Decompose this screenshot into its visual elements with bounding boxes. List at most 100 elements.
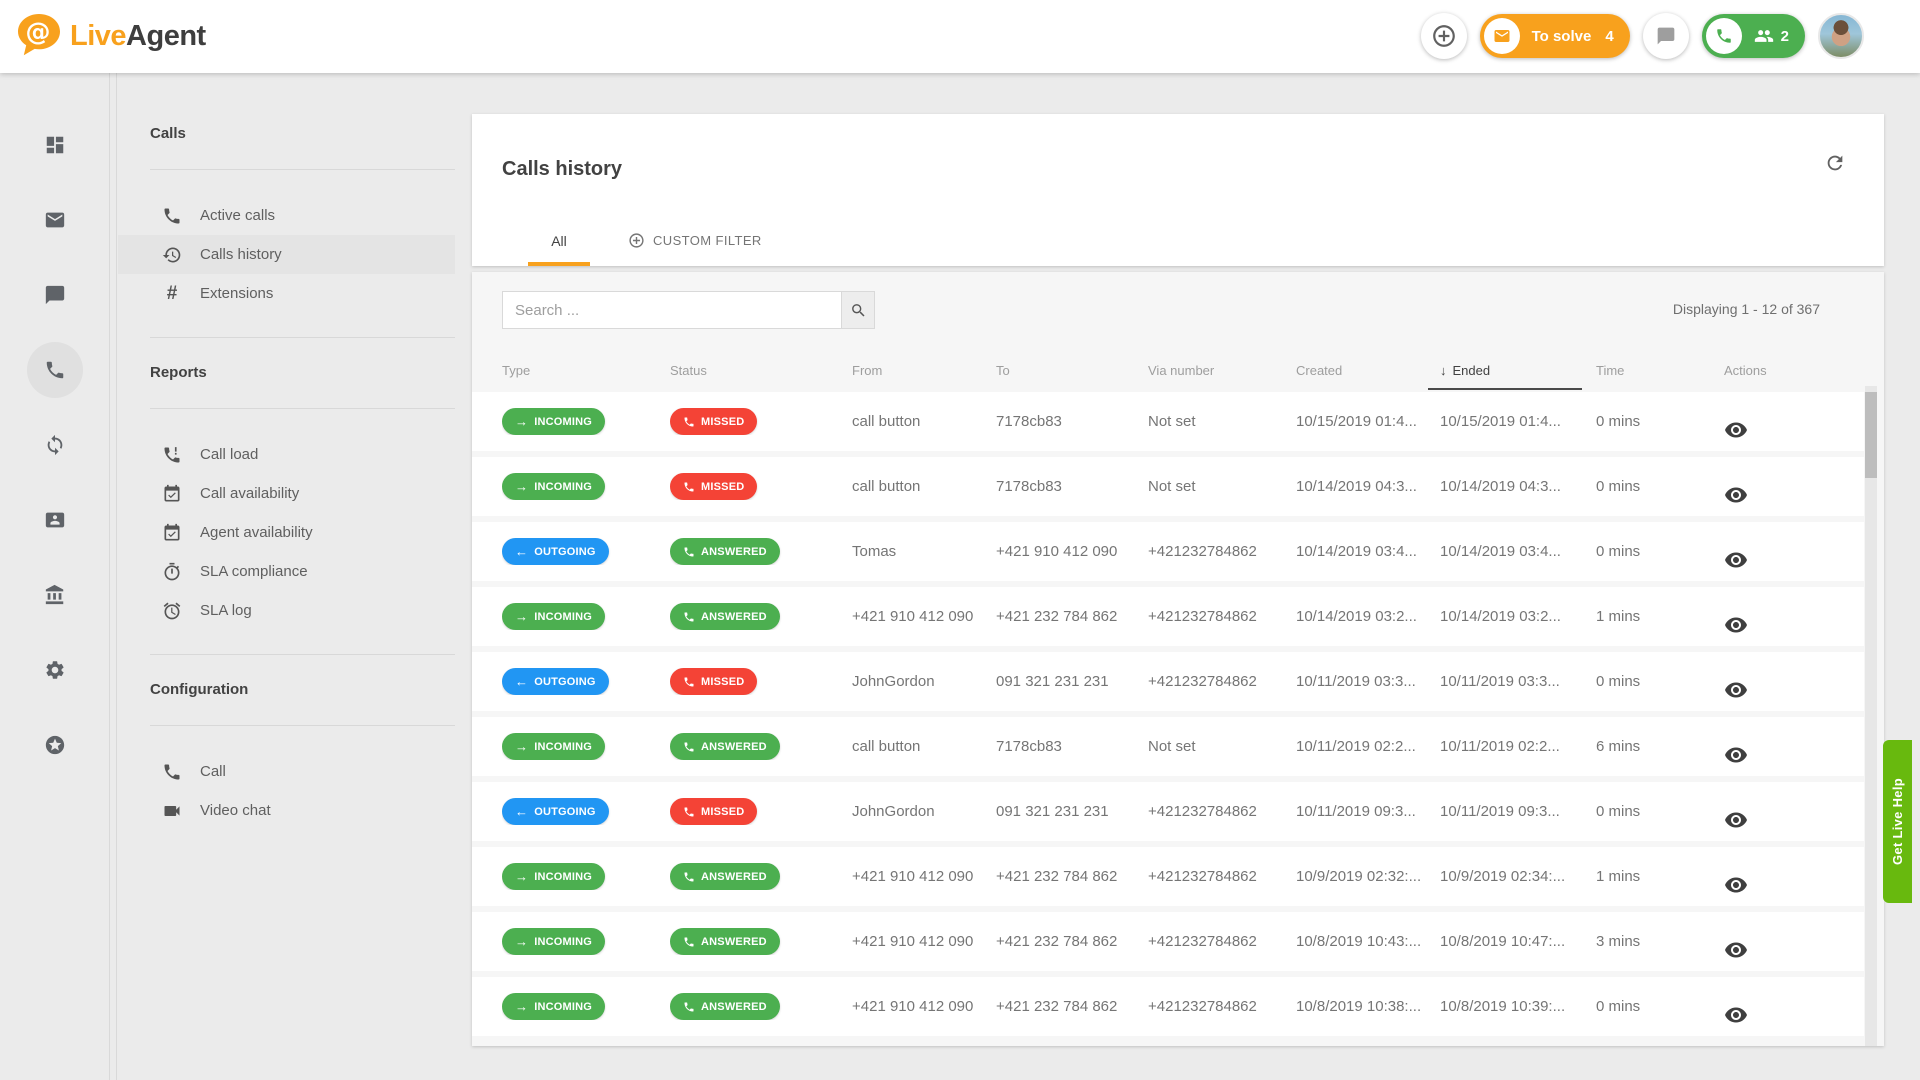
rail-item-sync[interactable] [27, 417, 83, 473]
arrow-right-icon: → [515, 999, 528, 1014]
search-input[interactable] [502, 291, 842, 329]
sidebar-item-calls-history[interactable]: Calls history [118, 235, 455, 274]
hash-icon: # [167, 284, 178, 304]
rail-item-bank[interactable] [27, 567, 83, 623]
tab-custom-filter[interactable]: CUSTOM FILTER [628, 232, 762, 266]
table-scrollbar[interactable] [1865, 386, 1877, 1046]
status-badge: MISSED [670, 473, 757, 500]
tab-all[interactable]: All [528, 233, 590, 266]
search-icon [850, 302, 867, 319]
phone-icon [683, 481, 695, 493]
view-call-button[interactable] [1724, 808, 1864, 832]
chats-button[interactable] [1643, 13, 1689, 59]
created-cell: 10/8/2019 10:43:... [1296, 933, 1440, 950]
get-live-help-tab[interactable]: Get Live Help [1883, 740, 1912, 903]
ended-cell: 10/8/2019 10:47:... [1440, 933, 1596, 950]
created-cell: 10/11/2019 09:3... [1296, 803, 1440, 820]
eye-icon [1724, 483, 1748, 507]
rail-item-dashboard[interactable] [27, 117, 83, 173]
rail-item-phone[interactable] [27, 342, 83, 398]
stopwatch-icon [162, 562, 182, 582]
view-call-button[interactable] [1724, 1003, 1864, 1027]
view-call-button[interactable] [1724, 678, 1864, 702]
ended-cell: 10/11/2019 03:3... [1440, 673, 1596, 690]
column-header-time[interactable]: Time [1596, 354, 1724, 386]
from-cell: +421 910 412 090 [852, 933, 996, 950]
liveagent-logo[interactable]: @ LiveAgent [14, 11, 206, 61]
time-cell: 1 mins [1596, 868, 1724, 885]
add-button[interactable] [1421, 13, 1467, 59]
time-cell: 0 mins [1596, 998, 1724, 1015]
rail-item-chat[interactable] [27, 267, 83, 323]
view-call-button[interactable] [1724, 613, 1864, 637]
column-header-to[interactable]: To [996, 354, 1148, 386]
chat-icon [1656, 26, 1676, 46]
arrow-right-icon: → [515, 609, 528, 624]
people-icon [1754, 26, 1774, 46]
view-call-button[interactable] [1724, 418, 1864, 442]
bank-icon [44, 584, 66, 606]
via-number-cell: Not set [1148, 738, 1296, 755]
call-row: →INCOMINGANSWERED+421 910 412 090+421 23… [472, 847, 1864, 906]
column-header-created[interactable]: Created [1296, 354, 1440, 386]
user-avatar[interactable] [1818, 13, 1864, 59]
rail-item-star[interactable] [27, 717, 83, 773]
column-header-status[interactable]: Status [670, 354, 852, 386]
phone-icon [683, 741, 695, 753]
ended-cell: 10/14/2019 03:4... [1440, 543, 1596, 560]
sidebar-item-sla-log[interactable]: SLA log [118, 591, 455, 630]
column-header-type[interactable]: Type [502, 354, 670, 386]
calls-history-header-card: Calls history All CUSTOM FILTER [472, 114, 1884, 266]
time-cell: 0 mins [1596, 478, 1724, 495]
phone-icon [44, 359, 66, 381]
column-header-via-number[interactable]: Via number [1148, 354, 1296, 386]
sidebar-item-video-chat[interactable]: Video chat [118, 791, 455, 830]
column-header-ended[interactable]: ↓Ended [1440, 354, 1596, 386]
sidebar-heading-configuration: Configuration [150, 681, 455, 703]
time-cell: 0 mins [1596, 543, 1724, 560]
to-solve-button[interactable]: To solve 4 [1480, 14, 1630, 58]
page-title: Calls history [502, 158, 622, 181]
time-cell: 0 mins [1596, 413, 1724, 430]
type-badge: →INCOMING [502, 603, 605, 630]
view-call-button[interactable] [1724, 548, 1864, 572]
sidebar-item-sla-compliance[interactable]: SLA compliance [118, 552, 455, 591]
table-header-row: TypeStatusFromToVia numberCreated↓EndedT… [472, 354, 1864, 386]
rail-item-mail[interactable] [27, 192, 83, 248]
created-cell: 10/8/2019 10:38:... [1296, 998, 1440, 1015]
sidebar-item-agent-availability[interactable]: Agent availability [118, 513, 455, 552]
scrollbar-thumb[interactable] [1865, 392, 1877, 478]
search-button[interactable] [842, 291, 875, 329]
call-row: →INCOMINGMISSEDcall button7178cb83Not se… [472, 392, 1864, 451]
chat-bubble-icon [1656, 26, 1676, 46]
phone-icon [683, 416, 695, 428]
sidebar-item-call[interactable]: Call [118, 752, 455, 791]
created-cell: 10/14/2019 03:2... [1296, 608, 1440, 625]
status-badge: ANSWERED [670, 733, 780, 760]
call-row: ←OUTGOINGMISSEDJohnGordon091 321 231 231… [472, 782, 1864, 841]
column-header-actions[interactable]: Actions [1724, 354, 1864, 386]
phone-icon [1706, 18, 1742, 54]
created-cell: 10/14/2019 04:3... [1296, 478, 1440, 495]
refresh-button[interactable] [1824, 152, 1846, 174]
sidebar-item-call-load[interactable]: Call load [118, 435, 455, 474]
rail-item-settings[interactable] [27, 642, 83, 698]
view-call-button[interactable] [1724, 938, 1864, 962]
view-call-button[interactable] [1724, 743, 1864, 767]
sidebar-item-call-availability[interactable]: Call availability [118, 474, 455, 513]
sidebar-heading-reports: Reports [150, 364, 455, 386]
column-header-from[interactable]: From [852, 354, 996, 386]
calls-online-button[interactable]: 2 [1702, 14, 1805, 58]
view-call-button[interactable] [1724, 873, 1864, 897]
sidebar-item-extensions[interactable]: #Extensions [118, 274, 455, 313]
type-badge: ←OUTGOING [502, 668, 609, 695]
sidebar-item-active-calls[interactable]: Active calls [118, 196, 455, 235]
view-call-button[interactable] [1724, 483, 1864, 507]
phone-icon [683, 871, 695, 883]
status-badge: MISSED [670, 408, 757, 435]
to-cell: 7178cb83 [996, 738, 1148, 755]
type-badge: ←OUTGOING [502, 538, 609, 565]
type-badge: →INCOMING [502, 733, 605, 760]
divider [150, 169, 455, 170]
rail-item-contacts[interactable] [27, 492, 83, 548]
